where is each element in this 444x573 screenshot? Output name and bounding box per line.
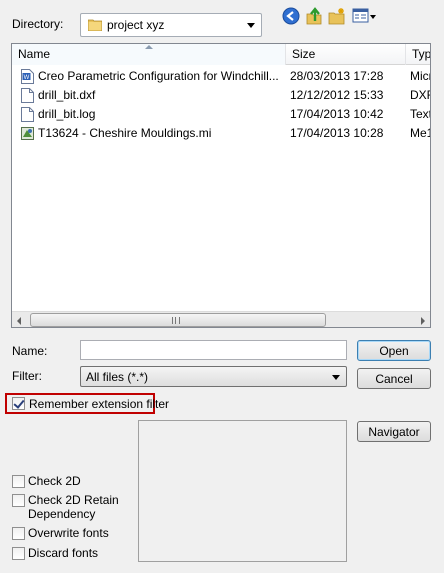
file-list[interactable]: Name Size Type W Creo Parametric Configu… xyxy=(11,43,431,328)
word-document-icon: W xyxy=(21,69,34,84)
horizontal-scrollbar[interactable] xyxy=(12,311,430,327)
directory-label: Directory: xyxy=(12,17,64,31)
open-button[interactable]: Open xyxy=(357,340,431,361)
scroll-right-icon[interactable] xyxy=(421,317,425,325)
back-icon[interactable] xyxy=(282,7,300,25)
file-name: drill_bit.log xyxy=(38,107,96,121)
sort-ascending-icon xyxy=(145,45,153,49)
file-date: 12/12/2012 15:33 xyxy=(290,88,384,102)
overwrite-fonts-checkbox[interactable] xyxy=(12,527,25,540)
file-name: T13624 - Cheshire Mouldings.mi xyxy=(38,126,212,140)
filter-label: Filter: xyxy=(12,369,42,383)
remember-filter-label: Remember extension filter xyxy=(29,397,170,411)
discard-fonts-checkbox[interactable] xyxy=(12,547,25,560)
model-file-icon xyxy=(21,127,34,140)
overwrite-fonts-label: Overwrite fonts xyxy=(28,526,109,540)
column-header-type[interactable]: Type xyxy=(406,44,430,65)
file-date: 17/04/2013 10:28 xyxy=(290,126,384,140)
scroll-thumb[interactable] xyxy=(30,313,326,327)
chevron-down-icon[interactable] xyxy=(247,23,255,28)
scroll-left-icon[interactable] xyxy=(17,317,21,325)
new-folder-icon[interactable] xyxy=(328,7,346,25)
remember-filter-highlight: Remember extension filter xyxy=(5,393,169,414)
file-type: Me1 xyxy=(410,126,430,140)
column-header-size[interactable]: Size xyxy=(286,44,406,65)
file-date: 17/04/2013 10:42 xyxy=(290,107,384,121)
chevron-down-icon[interactable] xyxy=(332,375,340,380)
file-row[interactable]: T13624 - Cheshire Mouldings.mi 17/04/201… xyxy=(12,124,430,143)
file-row[interactable]: drill_bit.log 17/04/2013 10:42 Text xyxy=(12,105,431,124)
name-input[interactable] xyxy=(80,340,347,360)
column-header-name[interactable]: Name xyxy=(12,44,286,65)
check-2d-label: Check 2D xyxy=(28,474,81,488)
views-menu-icon[interactable] xyxy=(352,7,376,25)
check-2d-retain-label: Check 2D Retain Dependency xyxy=(28,493,119,521)
preview-area xyxy=(138,420,347,562)
list-header: Name Size Type xyxy=(12,44,430,65)
discard-fonts-label: Discard fonts xyxy=(28,546,99,560)
grip-icon xyxy=(172,317,180,324)
directory-value: project xyz xyxy=(107,18,165,32)
cancel-button[interactable]: Cancel xyxy=(357,368,431,389)
navigator-button[interactable]: Navigator xyxy=(357,421,431,442)
filter-select[interactable]: All files (*.*) xyxy=(80,366,347,387)
filter-value: All files (*.*) xyxy=(86,370,149,384)
up-folder-icon[interactable] xyxy=(305,7,323,25)
check-2d-checkbox[interactable] xyxy=(12,475,25,488)
file-name: Creo Parametric Configuration for Windch… xyxy=(38,69,279,83)
folder-icon xyxy=(88,19,102,31)
document-icon xyxy=(21,88,34,103)
file-type: Text xyxy=(410,107,431,121)
remember-filter-checkbox[interactable] xyxy=(12,397,25,410)
document-icon xyxy=(21,107,34,122)
file-row[interactable]: drill_bit.dxf 12/12/2012 15:33 DXF xyxy=(12,86,430,105)
directory-combo[interactable]: project xyz xyxy=(80,13,262,37)
svg-text:W: W xyxy=(24,75,30,81)
check-2d-retain-checkbox[interactable] xyxy=(12,494,25,507)
file-name: drill_bit.dxf xyxy=(38,88,96,102)
file-row[interactable]: W Creo Parametric Configuration for Wind… xyxy=(12,67,431,86)
file-type: Micr xyxy=(410,69,431,83)
name-label: Name: xyxy=(12,344,48,358)
file-type: DXF xyxy=(410,88,430,102)
file-date: 28/03/2013 17:28 xyxy=(290,69,384,83)
